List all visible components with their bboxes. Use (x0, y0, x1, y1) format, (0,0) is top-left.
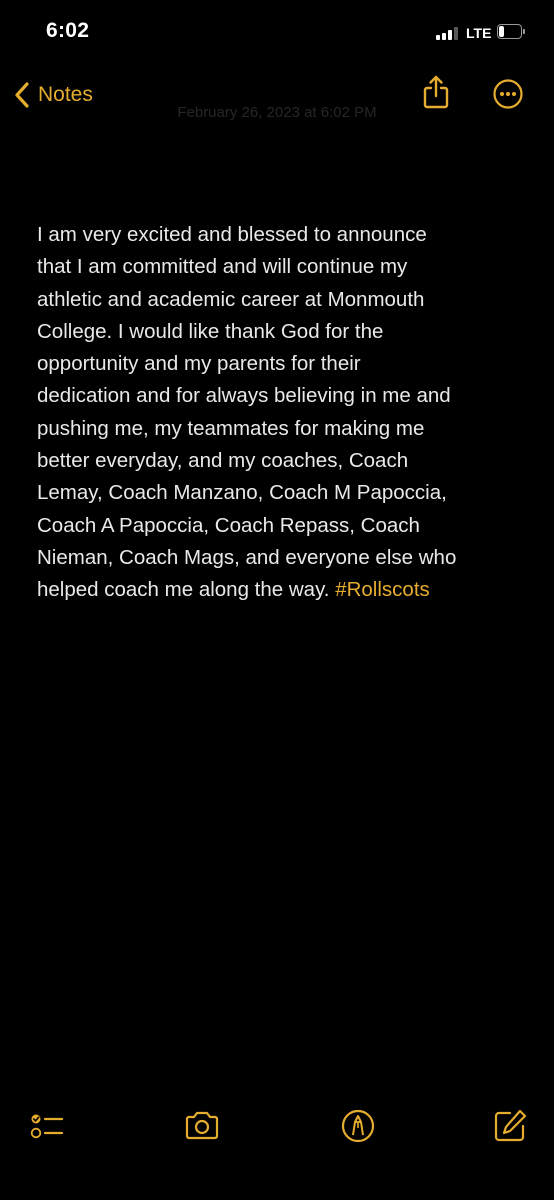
note-date: February 26, 2023 at 6:02 PM (177, 104, 377, 121)
note-body[interactable]: I am very excited and blessed to announc… (37, 219, 519, 607)
status-bar: 6:02 LTE (0, 0, 554, 66)
more-options-button[interactable] (492, 78, 524, 110)
share-icon (423, 75, 449, 109)
network-type: LTE (466, 25, 492, 41)
note-text: I am very excited and blessed to announc… (37, 223, 457, 602)
camera-button[interactable] (182, 1106, 222, 1146)
note-hashtag[interactable]: #Rollscots (335, 578, 430, 601)
camera-icon (185, 1111, 219, 1140)
checklist-button[interactable] (28, 1106, 68, 1146)
more-icon (493, 79, 523, 109)
battery-icon (497, 24, 526, 41)
compose-icon (494, 1109, 527, 1142)
signal-strength-icon (436, 27, 458, 40)
markup-icon (341, 1109, 375, 1143)
compose-button[interactable] (490, 1106, 530, 1146)
share-button[interactable] (420, 74, 452, 110)
checklist-icon (30, 1114, 64, 1139)
status-time: 6:02 (46, 19, 90, 42)
markup-button[interactable] (338, 1106, 378, 1146)
